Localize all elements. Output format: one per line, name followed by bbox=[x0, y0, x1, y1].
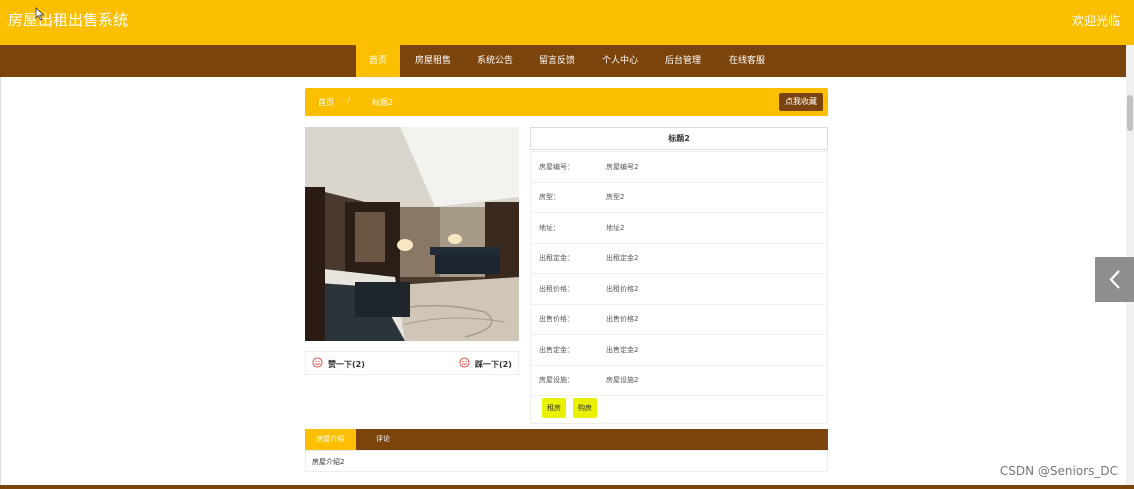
field-row-sale-price: 出售价格： 出售价格2 bbox=[531, 304, 827, 335]
field-label: 出租定金： bbox=[539, 254, 574, 262]
house-photo bbox=[305, 127, 519, 341]
smile-icon[interactable] bbox=[312, 357, 323, 368]
scroll-thumb[interactable] bbox=[1127, 95, 1133, 131]
breadcrumb-separator: / bbox=[347, 96, 351, 106]
side-toggle-button[interactable] bbox=[1095, 257, 1134, 302]
favorite-button[interactable]: 点我收藏 bbox=[779, 93, 823, 111]
bottom-bar bbox=[0, 485, 1134, 489]
tab-comments[interactable]: 评论 bbox=[365, 429, 401, 450]
nav-item-personal-center[interactable]: 个人中心 bbox=[593, 45, 647, 77]
field-value: 房屋编号2 bbox=[606, 163, 639, 171]
vote-up-button[interactable]: 赞一下(2) bbox=[328, 359, 365, 370]
breadcrumb-current: 标题2 bbox=[372, 98, 394, 107]
breadcrumb: 首页 / 标题2 点我收藏 bbox=[305, 88, 828, 116]
rent-button[interactable]: 租房 bbox=[542, 398, 566, 418]
field-value: 房型2 bbox=[606, 193, 625, 201]
chevron-left-icon bbox=[1109, 270, 1120, 289]
tab-content: 房屋介绍2 bbox=[305, 450, 828, 472]
field-label: 房屋设施： bbox=[539, 376, 574, 384]
nav-item-online-service[interactable]: 在线客服 bbox=[720, 45, 774, 77]
field-value: 出租价格2 bbox=[606, 285, 639, 293]
field-row-rent-price: 出租价格： 出租价格2 bbox=[531, 274, 827, 305]
left-border bbox=[0, 77, 1, 489]
field-value: 房屋设施2 bbox=[606, 376, 639, 384]
field-row-facilities: 房屋设施： 房屋设施2 bbox=[531, 365, 827, 396]
nav-item-house-rental[interactable]: 房屋租售 bbox=[406, 45, 460, 77]
nav-item-feedback[interactable]: 留言反馈 bbox=[530, 45, 584, 77]
top-header: 房屋出租出售系统 欢迎光临 bbox=[0, 0, 1134, 45]
field-row-sale-deposit: 出售定金： 出售定金2 bbox=[531, 335, 827, 366]
field-value: 出售价格2 bbox=[606, 315, 639, 323]
field-label: 房型： bbox=[539, 193, 560, 201]
nav-item-admin[interactable]: 后台管理 bbox=[656, 45, 710, 77]
detail-tabs: 房屋介绍 评论 bbox=[305, 429, 828, 450]
field-row-address: 地址： 地址2 bbox=[531, 213, 827, 244]
main-nav: 首页 房屋租售 系统公告 留言反馈 个人中心 后台管理 在线客服 bbox=[0, 45, 1134, 77]
detail-title: 标题2 bbox=[530, 127, 828, 150]
tab-house-intro[interactable]: 房屋介绍 bbox=[305, 429, 356, 450]
mouse-cursor-icon bbox=[35, 7, 45, 21]
field-row-rent-deposit: 出租定金： 出租定金2 bbox=[531, 243, 827, 274]
field-row-house-number: 房屋编号： 房屋编号2 bbox=[531, 152, 827, 183]
breadcrumb-home[interactable]: 首页 bbox=[318, 97, 334, 108]
nav-item-announcements[interactable]: 系统公告 bbox=[468, 45, 522, 77]
field-value: 出租定金2 bbox=[606, 254, 639, 262]
field-row-room-type: 房型： 房型2 bbox=[531, 182, 827, 213]
field-value: 出售定金2 bbox=[606, 346, 639, 354]
vote-down-button[interactable]: 踩一下(2) bbox=[475, 359, 512, 370]
watermark: CSDN @Seniors_DC bbox=[999, 464, 1118, 478]
nav-item-home[interactable]: 首页 bbox=[356, 45, 400, 77]
field-value: 地址2 bbox=[606, 224, 625, 232]
vote-row: 赞一下(2) 踩一下(2) bbox=[305, 351, 519, 375]
site-title: 房屋出租出售系统 bbox=[8, 11, 129, 29]
field-label: 出售价格： bbox=[539, 315, 574, 323]
welcome-text: 欢迎光临 bbox=[1071, 14, 1120, 28]
house-intro-text: 房屋介绍2 bbox=[312, 458, 345, 466]
field-label: 房屋编号： bbox=[539, 163, 574, 171]
field-label: 地址： bbox=[539, 224, 560, 232]
field-label: 出租价格： bbox=[539, 285, 574, 293]
smile-icon[interactable] bbox=[459, 357, 470, 368]
field-label: 出售定金： bbox=[539, 346, 574, 354]
detail-fields: 房屋编号： 房屋编号2 房型： 房型2 地址： 地址2 出租定金： 出租定金2 … bbox=[530, 151, 828, 424]
buy-button[interactable]: 购房 bbox=[573, 398, 597, 418]
